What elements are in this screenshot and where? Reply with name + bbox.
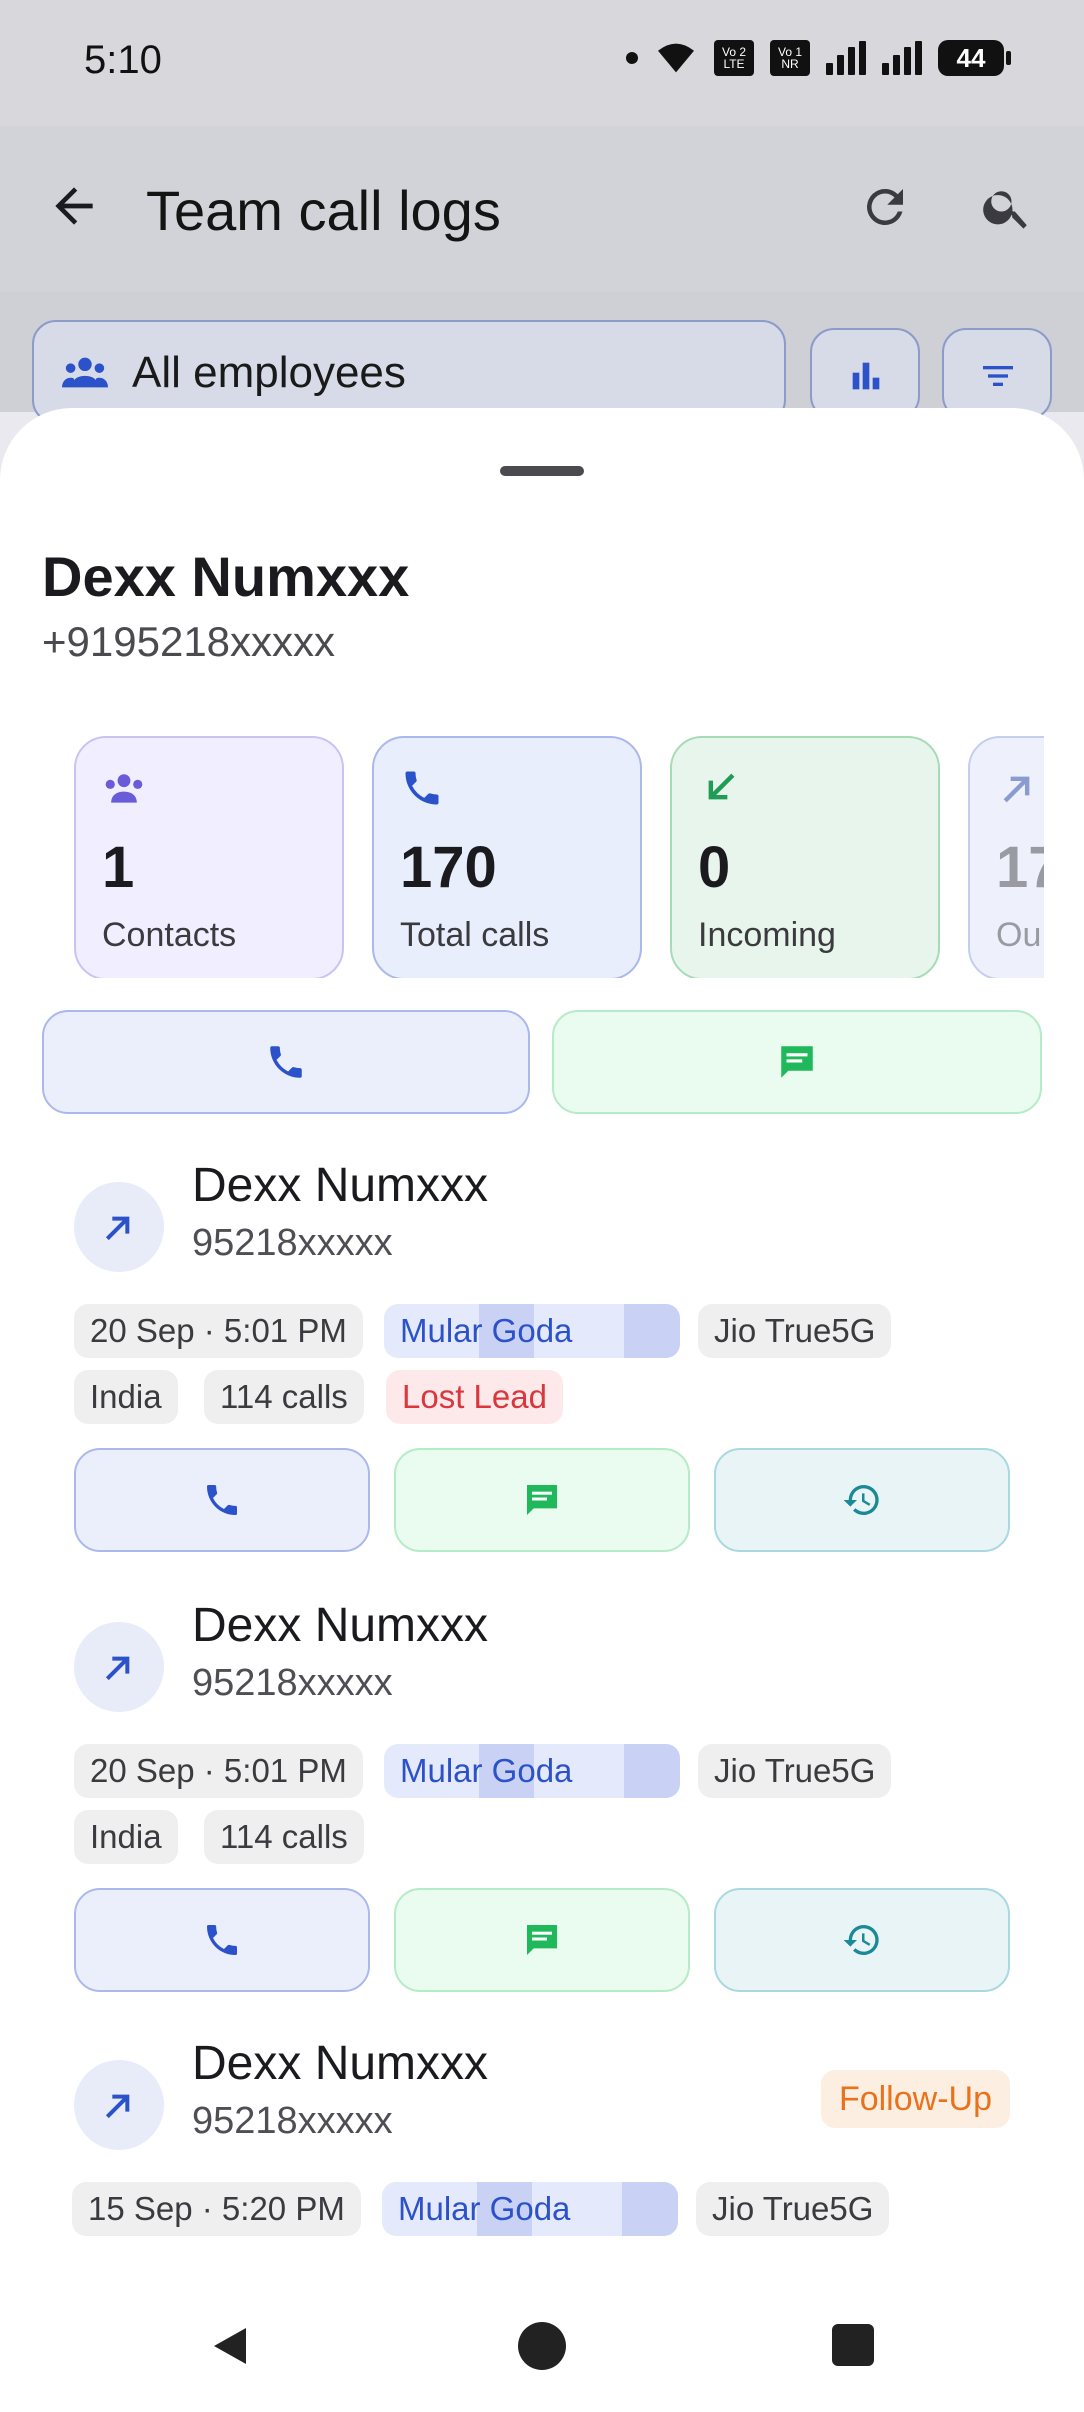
phone-icon <box>405 771 439 805</box>
sim1-label: Vo 2 LTE <box>714 40 754 76</box>
employee-chip: Mular Goda <box>384 1304 680 1358</box>
stat-label: Ou <box>996 916 1042 954</box>
status-bar: 5:10 Vo 2 LTE Vo 1 NR 44 <box>0 0 1084 126</box>
country-chip: India <box>74 1370 178 1424</box>
contact-name: Dexx Numxxx <box>42 545 410 608</box>
notification-dot-icon <box>626 52 638 64</box>
stat-value: 0 <box>698 835 731 900</box>
date-chip: 20 Sep · 5:01 PM <box>74 1304 363 1358</box>
employee-chip: Mular Goda <box>384 1744 680 1798</box>
log-contact-number: 95218xxxxx <box>192 1662 393 1704</box>
sim2-label: Vo 1 NR <box>770 40 810 76</box>
history-icon <box>843 1485 879 1515</box>
log-contact-number: 95218xxxxx <box>192 1222 393 1264</box>
contact-actions <box>42 1010 1042 1114</box>
group-icon <box>62 357 108 388</box>
stat-value: 170 <box>400 835 497 900</box>
log-contact-name: Dexx Numxxx <box>192 1159 489 1212</box>
call-button[interactable] <box>42 1010 530 1114</box>
message-button[interactable] <box>552 1010 1042 1114</box>
status-time: 5:10 <box>84 38 162 82</box>
stats-carousel[interactable]: 1 Contacts 170 Total calls 0 Incoming 17… <box>74 726 1044 978</box>
stat-card-outgoing[interactable]: 17 Ou <box>968 736 1044 978</box>
log-history-button[interactable] <box>714 1448 1010 1552</box>
stat-card-total-calls[interactable]: 170 Total calls <box>372 736 642 978</box>
message-icon <box>527 1485 557 1515</box>
outgoing-call-avatar <box>74 1622 164 1712</box>
log-actions <box>74 1888 1010 1992</box>
group-icon <box>105 774 143 803</box>
outgoing-arrow-icon <box>1003 776 1030 803</box>
call-count-chip: 114 calls <box>204 1810 364 1864</box>
employee-filter-label: All employees <box>132 348 406 397</box>
page-title: Team call logs <box>146 179 501 242</box>
tag-chip: Lost Lead <box>386 1370 563 1424</box>
nav-back-icon[interactable] <box>206 2322 254 2370</box>
filter-row: All employees <box>0 292 1084 424</box>
system-navigation-bar <box>0 2270 1084 2412</box>
employee-chip: Mular Goda <box>382 2182 678 2236</box>
network-chip: Jio True5G <box>698 1744 892 1798</box>
status-icons: Vo 2 LTE Vo 1 NR 44 <box>626 40 1011 76</box>
date-chip: 20 Sep · 5:01 PM <box>74 1744 363 1798</box>
history-icon <box>843 1925 879 1955</box>
outgoing-arrow-icon <box>105 1656 130 1681</box>
back-arrow-icon[interactable] <box>46 178 102 234</box>
contact-phone: +9195218xxxxx <box>42 618 336 665</box>
battery-icon: 44 <box>938 40 1011 76</box>
sheet-drag-handle[interactable] <box>500 466 584 476</box>
log-call-button[interactable] <box>74 1448 370 1552</box>
wifi-icon <box>658 43 694 73</box>
contact-bottom-sheet: Dexx Numxxx +9195218xxxxx 1 Contacts 170… <box>0 408 1084 2412</box>
stat-label: Contacts <box>102 916 237 954</box>
call-count-chip: 114 calls <box>204 1370 364 1424</box>
phone-icon <box>207 1485 237 1515</box>
log-message-button[interactable] <box>394 1888 690 1992</box>
outgoing-arrow-icon <box>105 2094 130 2119</box>
nav-home-icon[interactable] <box>518 2322 566 2370</box>
chart-button[interactable] <box>810 328 920 420</box>
stat-label: Total calls <box>400 916 550 954</box>
incoming-arrow-icon <box>708 773 735 800</box>
log-history-button[interactable] <box>714 1888 1010 1992</box>
refresh-icon[interactable] <box>858 180 912 234</box>
outgoing-call-avatar <box>74 1182 164 1272</box>
phone-icon <box>207 1925 237 1955</box>
stat-card-incoming[interactable]: 0 Incoming <box>670 736 940 978</box>
date-chip: 15 Sep · 5:20 PM <box>72 2182 361 2236</box>
search-icon[interactable] <box>980 180 1034 234</box>
stat-card-contacts[interactable]: 1 Contacts <box>74 736 344 978</box>
signal-2-icon <box>882 41 922 75</box>
stat-value: 17 <box>996 835 1044 900</box>
network-chip: Jio True5G <box>698 1304 892 1358</box>
log-contact-name: Dexx Numxxx <box>192 2037 489 2090</box>
app-bar: Team call logs <box>0 126 1084 292</box>
filter-button[interactable] <box>942 328 1052 420</box>
log-actions <box>74 1448 1010 1552</box>
phone-icon <box>270 1046 302 1078</box>
message-icon <box>527 1925 557 1955</box>
log-call-button[interactable] <box>74 1888 370 1992</box>
follow-up-badge: Follow-Up <box>820 2070 1010 2128</box>
signal-1-icon <box>826 41 866 75</box>
stat-label: Incoming <box>698 916 836 954</box>
message-icon <box>781 1046 813 1078</box>
log-contact-number: 95218xxxxx <box>192 2100 393 2142</box>
log-message-button[interactable] <box>394 1448 690 1552</box>
stat-value: 1 <box>102 835 135 900</box>
outgoing-call-avatar <box>74 2060 164 2150</box>
outgoing-arrow-icon <box>105 1216 130 1241</box>
network-chip: Jio True5G <box>696 2182 890 2236</box>
nav-recents-icon[interactable] <box>832 2324 874 2366</box>
country-chip: India <box>74 1810 178 1864</box>
bar-chart-icon <box>852 362 880 390</box>
filter-icon <box>983 366 1013 386</box>
log-contact-name: Dexx Numxxx <box>192 1599 489 1652</box>
